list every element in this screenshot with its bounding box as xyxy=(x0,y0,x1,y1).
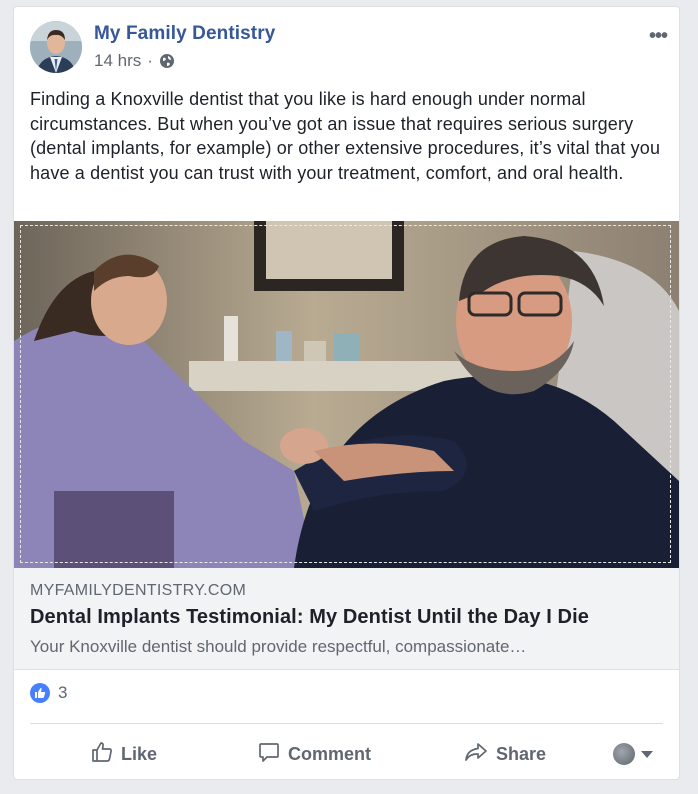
post-header: My Family Dentistry 14 hrs · ••• xyxy=(14,7,679,81)
chevron-down-icon xyxy=(641,750,653,758)
reactions-summary[interactable]: 3 xyxy=(30,683,67,703)
image-focus-outline xyxy=(20,225,671,563)
post-card: My Family Dentistry 14 hrs · ••• Finding… xyxy=(13,6,680,780)
post-time[interactable]: 14 hrs xyxy=(94,51,141,71)
actions-divider xyxy=(30,723,663,724)
comment-bubble-icon xyxy=(258,741,280,768)
more-options-icon[interactable]: ••• xyxy=(649,25,668,48)
share-label: Share xyxy=(496,743,547,764)
thumbs-up-icon xyxy=(91,741,113,768)
comment-label: Comment xyxy=(288,743,372,764)
like-button[interactable]: Like xyxy=(91,734,157,774)
globe-icon[interactable] xyxy=(159,53,175,69)
post-meta: 14 hrs · xyxy=(94,51,175,71)
link-preview-image[interactable] xyxy=(14,221,679,568)
share-arrow-icon xyxy=(464,741,488,768)
comment-button[interactable]: Comment xyxy=(258,734,371,774)
like-reaction-icon xyxy=(30,683,50,703)
link-description: Your Knoxville dentist should provide re… xyxy=(30,637,527,656)
link-title[interactable]: Dental Implants Testimonial: My Dentist … xyxy=(30,606,589,629)
page-name-link[interactable]: My Family Dentistry xyxy=(94,23,275,45)
share-button[interactable]: Share xyxy=(464,734,546,774)
meta-separator: · xyxy=(147,51,153,70)
audience-selector[interactable] xyxy=(613,743,653,765)
link-domain: MYFAMILYDENTISTRY.COM xyxy=(30,582,247,599)
link-preview[interactable]: MYFAMILYDENTISTRY.COM Dental Implants Te… xyxy=(14,568,679,670)
like-label: Like xyxy=(121,743,158,764)
reaction-count: 3 xyxy=(58,683,68,702)
profile-avatar xyxy=(613,743,635,765)
post-text: Finding a Knoxville dentist that you lik… xyxy=(30,89,661,183)
post-actions: Like Comment Share xyxy=(14,734,679,774)
page-avatar[interactable] xyxy=(30,21,82,73)
